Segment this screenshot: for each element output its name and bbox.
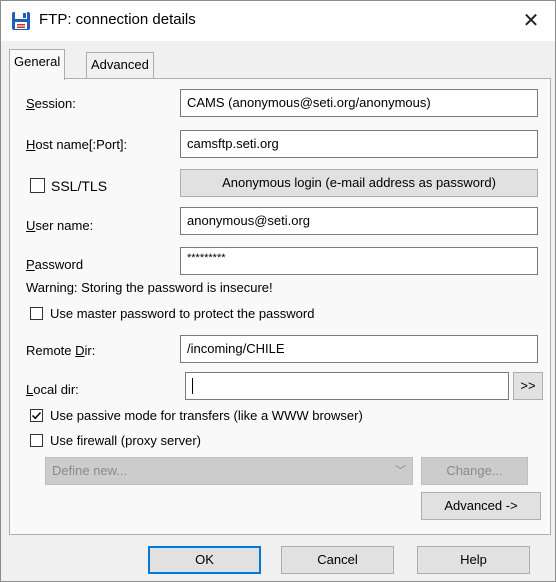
remote-dir-field[interactable]: /incoming/CHILE xyxy=(180,335,538,363)
advanced-button[interactable]: Advanced -> xyxy=(421,492,541,520)
firewall-select-value: Define new... xyxy=(52,463,128,478)
passive-mode-checkbox[interactable] xyxy=(30,409,43,422)
close-icon[interactable]: ✕ xyxy=(517,7,545,35)
remote-dir-label: Remote Dir: xyxy=(26,343,96,358)
tab-advanced[interactable]: Advanced xyxy=(86,52,154,79)
ssl-checkbox[interactable] xyxy=(30,178,45,193)
help-button[interactable]: Help xyxy=(417,546,530,574)
ssl-label: SSL/TLS xyxy=(51,178,108,194)
ok-button[interactable]: OK xyxy=(148,546,261,574)
host-field[interactable]: camsftp.seti.org xyxy=(180,130,538,158)
title-bar: FTP: connection details ✕ xyxy=(1,1,555,41)
floppy-disk-icon xyxy=(12,12,30,30)
firewall-select[interactable]: Define new... ﹀ xyxy=(45,457,413,485)
password-label: Password xyxy=(26,257,84,272)
checkmark-icon xyxy=(31,411,42,420)
master-password-checkbox[interactable] xyxy=(30,307,43,320)
local-dir-label: Local dir: xyxy=(26,382,79,397)
dialog-window: FTP: connection details ✕ General Advanc… xyxy=(0,0,556,582)
local-dir-field[interactable] xyxy=(185,372,509,400)
session-label: Session: xyxy=(26,96,76,111)
change-button[interactable]: Change... xyxy=(421,457,528,485)
general-tab-panel: Session: CAMS (anonymous@seti.org/anonym… xyxy=(9,78,551,535)
firewall-checkbox[interactable] xyxy=(30,434,43,447)
window-title: FTP: connection details xyxy=(39,11,196,28)
tab-general[interactable]: General xyxy=(9,49,66,80)
user-field[interactable]: anonymous@seti.org xyxy=(180,207,538,235)
browse-local-dir-button[interactable]: >> xyxy=(513,372,543,400)
master-password-label: Use master password to protect the passw… xyxy=(50,306,315,321)
text-caret xyxy=(192,378,193,394)
passive-mode-label: Use passive mode for transfers (like a W… xyxy=(50,408,363,423)
firewall-label: Use firewall (proxy server) xyxy=(50,433,201,448)
user-label: User name: xyxy=(26,218,94,233)
password-field[interactable]: ********* xyxy=(180,247,538,275)
host-label: Host name[:Port]: xyxy=(26,137,128,152)
anonymous-login-button[interactable]: Anonymous login (e-mail address as passw… xyxy=(180,169,538,197)
chevron-down-icon: ﹀ xyxy=(395,465,406,477)
session-field[interactable]: CAMS (anonymous@seti.org/anonymous) xyxy=(180,89,538,117)
password-warning: Warning: Storing the password is insecur… xyxy=(26,280,273,295)
cancel-button[interactable]: Cancel xyxy=(281,546,394,574)
